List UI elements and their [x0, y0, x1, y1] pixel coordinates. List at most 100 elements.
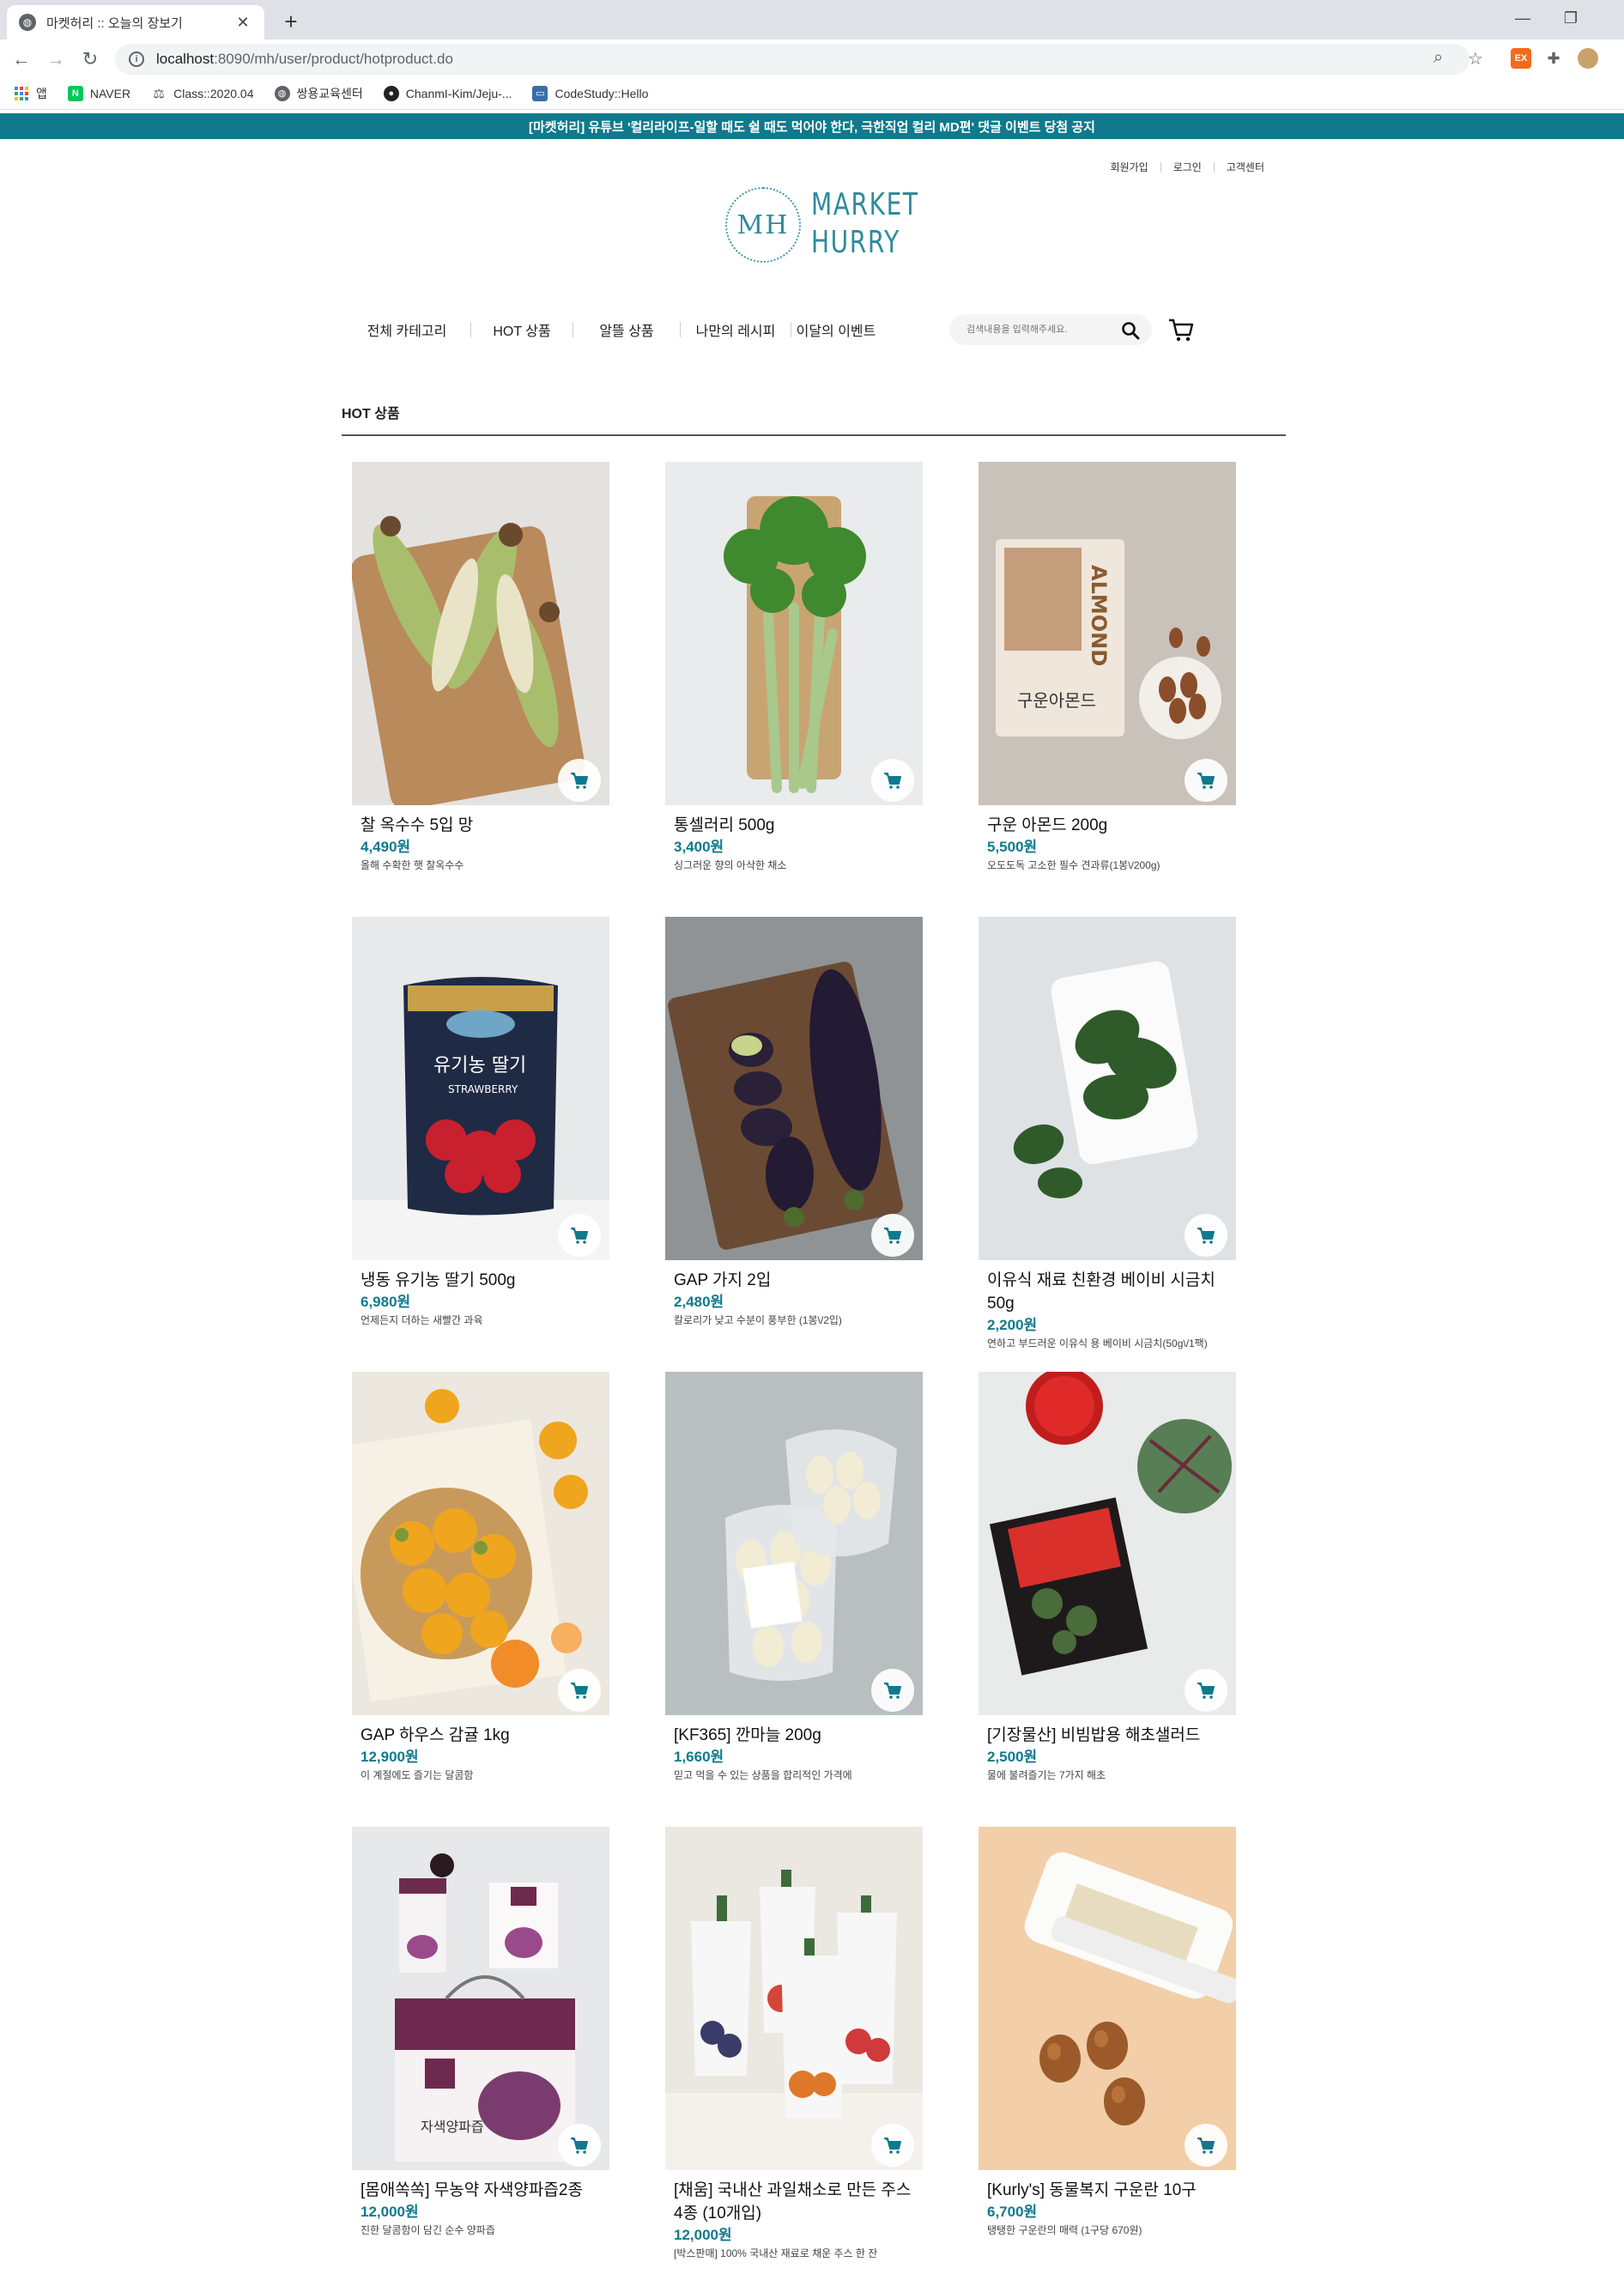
- product-name[interactable]: [기장물산] 비빔밥용 해초샐러드: [987, 1724, 1232, 1747]
- add-to-cart-button[interactable]: [1185, 1669, 1227, 1712]
- restore-icon[interactable]: ❐: [1552, 5, 1590, 31]
- search-box: [949, 314, 1152, 345]
- minimize-icon[interactable]: —: [1504, 5, 1542, 31]
- browser-tab[interactable]: ◍ 마켓허리 :: 오늘의 장보기 ✕: [7, 5, 264, 39]
- back-icon[interactable]: ←: [9, 46, 34, 72]
- notice-banner[interactable]: [마켓허리] 유튜브 '컬리라이프-일할 때도 쉴 때도 먹어야 한다, 극한직…: [0, 113, 1624, 139]
- product-description: 올해 수확한 햇 찰옥수수: [361, 859, 464, 871]
- login-link[interactable]: 로그인: [1161, 160, 1214, 174]
- logo-mark: MH: [725, 187, 801, 263]
- bookmark-naver[interactable]: N NAVER: [67, 85, 130, 101]
- product-price: 12,000원: [361, 2204, 419, 2220]
- product-name[interactable]: [KF365] 깐마늘 200g: [674, 1724, 918, 1747]
- product-info: [몸애쏙쏙] 무농약 자색양파즙2종 12,000원 진한 달콤함이 담긴 순수…: [361, 2179, 605, 2238]
- add-to-cart-button[interactable]: [558, 2124, 601, 2167]
- github-icon: ●: [383, 85, 399, 101]
- zoom-icon[interactable]: ⌕: [1433, 48, 1443, 68]
- extension-icon[interactable]: EX: [1511, 48, 1531, 69]
- product-info: [KF365] 깐마늘 200g 1,660원 믿고 먹을 수 있는 상품을 합…: [674, 1724, 918, 1783]
- puzzle-icon[interactable]: ✚: [1543, 48, 1564, 69]
- product-name[interactable]: 냉동 유기농 딸기 500g: [361, 1269, 605, 1292]
- add-to-cart-button[interactable]: [871, 1669, 914, 1712]
- add-to-cart-button[interactable]: [871, 1214, 914, 1257]
- product-image[interactable]: 자색양파즙: [352, 1827, 609, 2170]
- nav-bargain-products[interactable]: 알뜰 상품: [573, 319, 680, 340]
- bookmark-class[interactable]: ⚖ Class::2020.04: [151, 85, 254, 101]
- info-icon[interactable]: i: [129, 52, 144, 67]
- nav-hot-products[interactable]: HOT 상품: [471, 319, 573, 340]
- product-image[interactable]: [979, 1372, 1236, 1715]
- product-price: 6,700원: [987, 2204, 1038, 2220]
- product-description: 이 계절에도 즐기는 달콤함: [361, 1769, 474, 1781]
- product-image[interactable]: [979, 917, 1236, 1260]
- add-to-cart-button[interactable]: [1185, 1214, 1227, 1257]
- forward-icon[interactable]: →: [43, 46, 69, 72]
- nav-all-categories[interactable]: 전체 카테고리: [343, 319, 470, 340]
- product-description: 탱탱한 구운란의 매력 (1구당 670원): [987, 2224, 1142, 2236]
- product-name[interactable]: 찰 옥수수 5입 망: [361, 814, 605, 837]
- bookmark-codestudy[interactable]: ▭ CodeStudy::Hello: [532, 85, 649, 101]
- naver-icon: N: [67, 85, 83, 101]
- close-tab-icon[interactable]: ✕: [233, 14, 252, 32]
- logo-word-market: MARKET: [811, 187, 919, 222]
- add-to-cart-button[interactable]: [871, 2124, 914, 2167]
- product-name[interactable]: [채움] 국내산 과일채소로 만든 주스 4종 (10개입): [674, 2179, 918, 2225]
- product-price: 3,400원: [674, 839, 724, 855]
- product-image[interactable]: [665, 1827, 923, 2170]
- product-image[interactable]: [979, 1827, 1236, 2170]
- product-image[interactable]: [665, 462, 923, 805]
- address-bar[interactable]: i localhost:8090/mh/user/product/hotprod…: [115, 44, 1469, 75]
- star-icon[interactable]: ☆: [1468, 48, 1483, 70]
- product-info: [Kurly's] 동물복지 구운란 10구 6,700원 탱탱한 구운란의 매…: [987, 2179, 1232, 2238]
- new-tab-button[interactable]: +: [276, 7, 306, 36]
- add-to-cart-button[interactable]: [1185, 759, 1227, 802]
- product-image[interactable]: [665, 917, 923, 1260]
- search-input[interactable]: [967, 324, 1112, 335]
- product-image[interactable]: [352, 1372, 609, 1715]
- search-icon[interactable]: [1121, 321, 1140, 344]
- monitor-icon: ▭: [532, 85, 548, 101]
- section-title: HOT 상품: [342, 407, 400, 421]
- add-to-cart-button[interactable]: [558, 1669, 601, 1712]
- apps-grid-icon: [14, 85, 29, 101]
- product-description: [박스판매] 100% 국내산 재료로 채운 주스 한 잔: [674, 2247, 878, 2259]
- profile-avatar[interactable]: [1578, 48, 1598, 69]
- bookmark-apps[interactable]: 앱: [14, 85, 47, 102]
- product-info: 냉동 유기농 딸기 500g 6,980원 언제든지 더하는 새빨간 과육: [361, 1269, 605, 1328]
- product-name[interactable]: GAP 가지 2입: [674, 1269, 918, 1292]
- product-price: 4,490원: [361, 839, 411, 855]
- svg-text:STRAWBERRY: STRAWBERRY: [448, 1083, 518, 1095]
- signup-link[interactable]: 회원가입: [1099, 160, 1160, 174]
- product-info: 이유식 재료 친환경 베이비 시금치 50g 2,200원 연하고 부드러운 이…: [987, 1269, 1232, 1351]
- reload-icon[interactable]: ↻: [77, 46, 103, 72]
- product-image[interactable]: ALMOND 구운아몬드: [979, 462, 1236, 805]
- bookmark-edu-center[interactable]: ◍ 쌍용교육센터: [274, 85, 363, 102]
- bookmark-label: ChanmI-Kim/Jeju-...: [405, 86, 512, 100]
- product-name[interactable]: 이유식 재료 친환경 베이비 시금치 50g: [987, 1269, 1232, 1315]
- support-link[interactable]: 고객센터: [1215, 160, 1276, 174]
- product-image[interactable]: [665, 1372, 923, 1715]
- product-price: 2,200원: [987, 1317, 1038, 1333]
- product-name[interactable]: 통셀러리 500g: [674, 814, 918, 837]
- add-to-cart-button[interactable]: [1185, 2124, 1227, 2167]
- site-logo[interactable]: MH MARKET HURRY: [725, 182, 918, 268]
- bookmarks-bar: 앱 N NAVER ⚖ Class::2020.04 ◍ 쌍용교육센터 ● Ch…: [0, 77, 1624, 110]
- bookmark-github[interactable]: ● ChanmI-Kim/Jeju-...: [383, 85, 512, 101]
- bookmark-label: CodeStudy::Hello: [554, 86, 649, 100]
- product-price: 12,900원: [361, 1749, 419, 1765]
- bookmark-label: 쌍용교육센터: [296, 86, 363, 100]
- user-menu: 회원가입 로그인 고객센터: [1099, 160, 1276, 174]
- product-name[interactable]: [몸애쏙쏙] 무농약 자색양파즙2종: [361, 2179, 605, 2202]
- product-price: 12,000원: [674, 2227, 732, 2243]
- cart-icon[interactable]: [1167, 316, 1195, 343]
- product-image[interactable]: [352, 462, 609, 805]
- nav-monthly-events[interactable]: 이달의 이벤트: [791, 319, 881, 340]
- product-image[interactable]: 유기농 딸기 STRAWBERRY: [352, 917, 609, 1260]
- add-to-cart-button[interactable]: [871, 759, 914, 802]
- product-name[interactable]: GAP 하우스 감귤 1kg: [361, 1724, 605, 1747]
- product-name[interactable]: 구운 아몬드 200g: [987, 814, 1232, 837]
- product-name[interactable]: [Kurly's] 동물복지 구운란 10구: [987, 2179, 1232, 2202]
- add-to-cart-button[interactable]: [558, 1214, 601, 1257]
- add-to-cart-button[interactable]: [558, 759, 601, 802]
- nav-my-recipes[interactable]: 나만의 레시피: [681, 319, 791, 340]
